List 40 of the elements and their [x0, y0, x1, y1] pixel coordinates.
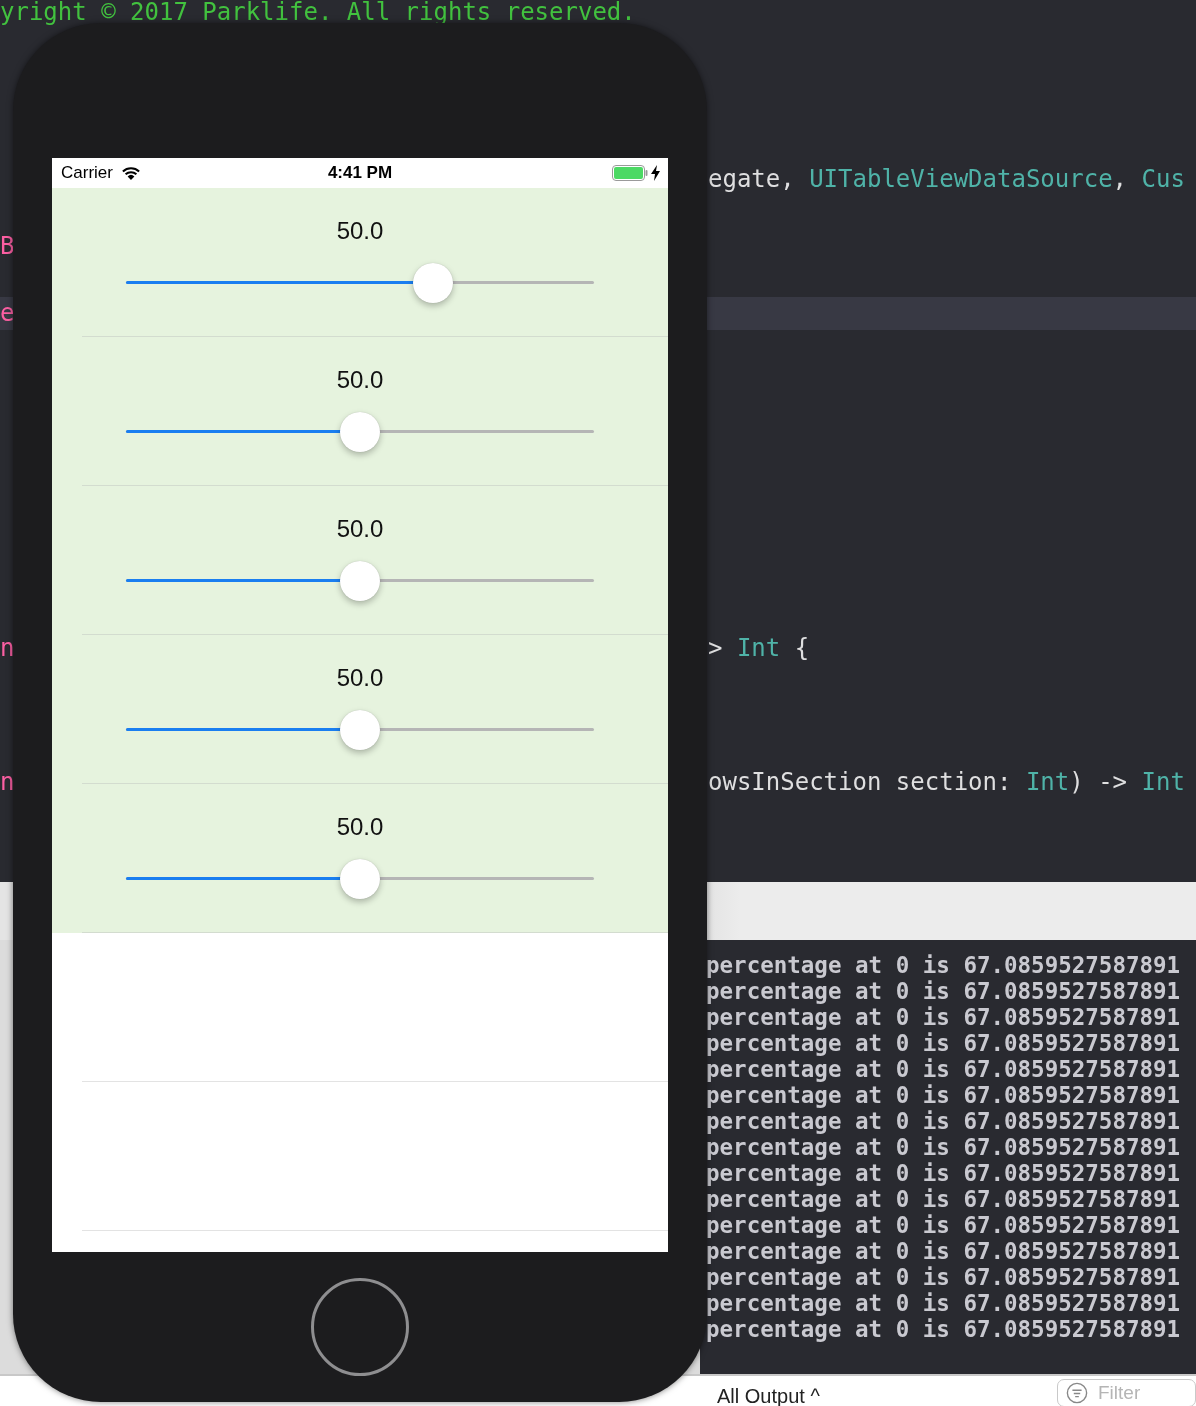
slider-thumb[interactable] [340, 561, 380, 601]
value-label: 50.0 [336, 663, 384, 693]
clock-label: 4:41 PM [327, 163, 393, 182]
value-label: 50.0 [336, 812, 384, 842]
console-line: percentage at 0 is 67.0859527587891 [706, 1134, 1181, 1160]
slider-thumb[interactable] [340, 412, 380, 452]
code-line: n [0, 634, 15, 663]
console-line: percentage at 0 is 67.0859527587891 [706, 1238, 1181, 1264]
console-line: percentage at 0 is 67.0859527587891 [706, 1186, 1181, 1212]
code-line: yright © 2017 Parklife. All rights reserved. [0, 0, 636, 26]
value-label: 50.0 [336, 365, 384, 395]
console-line: percentage at 0 is 67.0859527587891 [706, 1082, 1181, 1108]
console-line: percentage at 0 is 67.0859527587891 [706, 1108, 1181, 1134]
carrier-label: Carrier [61, 163, 113, 183]
console-line: percentage at 0 is 67.0859527587891 [706, 1030, 1181, 1056]
code-line: e [0, 299, 15, 328]
slider-thumb[interactable] [340, 710, 380, 750]
console-line: percentage at 0 is 67.0859527587891 [706, 952, 1181, 978]
code-line: owsInSection section: Int) -> Int [708, 768, 1185, 797]
console-line: percentage at 0 is 67.0859527587891 [706, 978, 1181, 1004]
console-line: percentage at 0 is 67.0859527587891 [706, 1056, 1181, 1082]
console-line: percentage at 0 is 67.0859527587891 [706, 1264, 1181, 1290]
value-label: 50.0 [336, 514, 384, 544]
slider-thumb[interactable] [413, 263, 453, 303]
output-menu[interactable]: All Output ^ [717, 1384, 820, 1406]
value-label: 50.0 [336, 216, 384, 246]
filter-icon [1066, 1382, 1088, 1404]
code-line: egate, UITableViewDataSource, Cus [708, 165, 1185, 194]
console-line: percentage at 0 is 67.0859527587891 [706, 1290, 1181, 1316]
code-line: > Int { [708, 634, 810, 663]
wifi-icon [120, 165, 141, 181]
console-line: percentage at 0 is 67.0859527587891 [706, 1316, 1181, 1342]
console-line: percentage at 0 is 67.0859527587891 [706, 1160, 1181, 1186]
code-line: n [0, 768, 15, 797]
home-button[interactable] [311, 1278, 409, 1376]
filter-field[interactable]: Filter [1057, 1379, 1196, 1406]
code-line: B [0, 232, 15, 261]
console-line: percentage at 0 is 67.0859527587891 [706, 1212, 1181, 1238]
console-line: percentage at 0 is 67.0859527587891 [706, 1004, 1181, 1030]
slider-thumb[interactable] [340, 859, 380, 899]
